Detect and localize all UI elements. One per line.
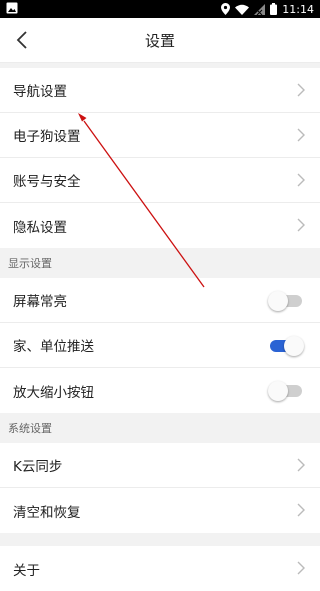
section-gap [0,533,320,546]
settings-item-screen-always-on: 屏幕常亮 [0,278,320,323]
settings-item-cloud-sync[interactable]: K云同步 [0,443,320,488]
image-notification-icon [6,2,18,17]
screen-always-on-toggle[interactable] [268,290,304,312]
settings-item-clear-restore[interactable]: 清空和恢复 [0,488,320,533]
back-button[interactable] [12,29,34,51]
system-settings-group: K云同步 清空和恢复 [0,443,320,533]
chevron-right-icon [297,561,305,575]
top-bar: 设置 [0,18,320,63]
settings-item-home-work-push: 家、单位推送 [0,323,320,368]
settings-item-label: 清空和恢复 [13,504,81,521]
wifi-icon [235,4,250,15]
settings-item-label: 账号与安全 [13,174,81,190]
settings-item-label: 隐私设置 [13,219,67,236]
page-title: 设置 [144,31,175,50]
display-settings-group: 屏幕常亮 家、单位推送 放大缩小按钮 [0,278,320,413]
status-time: 11:14 [282,2,314,16]
settings-item-label: 导航设置 [13,84,67,100]
location-icon [221,3,231,15]
settings-item-privacy[interactable]: 隐私设置 [0,203,320,248]
settings-item-label: 电子狗设置 [13,129,81,145]
section-header-system: 系统设置 [0,413,320,443]
chevron-right-icon [297,503,305,517]
settings-item-account-security[interactable]: 账号与安全 [0,158,320,203]
battery-icon [270,3,278,15]
settings-item-speed-camera[interactable]: 电子狗设置 [0,113,320,158]
settings-item-label: 放大缩小按钮 [13,384,94,401]
chevron-right-icon [297,218,305,232]
home-work-push-toggle[interactable] [268,335,304,357]
account-settings-group: 导航设置 电子狗设置 账号与安全 隐私设置 [0,68,320,248]
settings-item-navigation[interactable]: 导航设置 [0,68,320,113]
zoom-buttons-toggle[interactable] [268,380,304,402]
chevron-right-icon [297,458,305,472]
settings-item-label: 家、单位推送 [13,339,94,355]
signal-icon [254,3,266,15]
settings-item-label: 屏幕常亮 [13,294,67,310]
status-bar: 11:14 [0,0,320,18]
chevron-right-icon [297,83,305,97]
settings-item-zoom-buttons: 放大缩小按钮 [0,368,320,413]
chevron-left-icon [16,31,27,49]
settings-item-label: 关于 [13,562,40,579]
settings-item-label: K云同步 [13,459,63,475]
section-header-display: 显示设置 [0,248,320,278]
chevron-right-icon [297,128,305,142]
chevron-right-icon [297,173,305,187]
settings-item-about[interactable]: 关于 [0,546,320,591]
